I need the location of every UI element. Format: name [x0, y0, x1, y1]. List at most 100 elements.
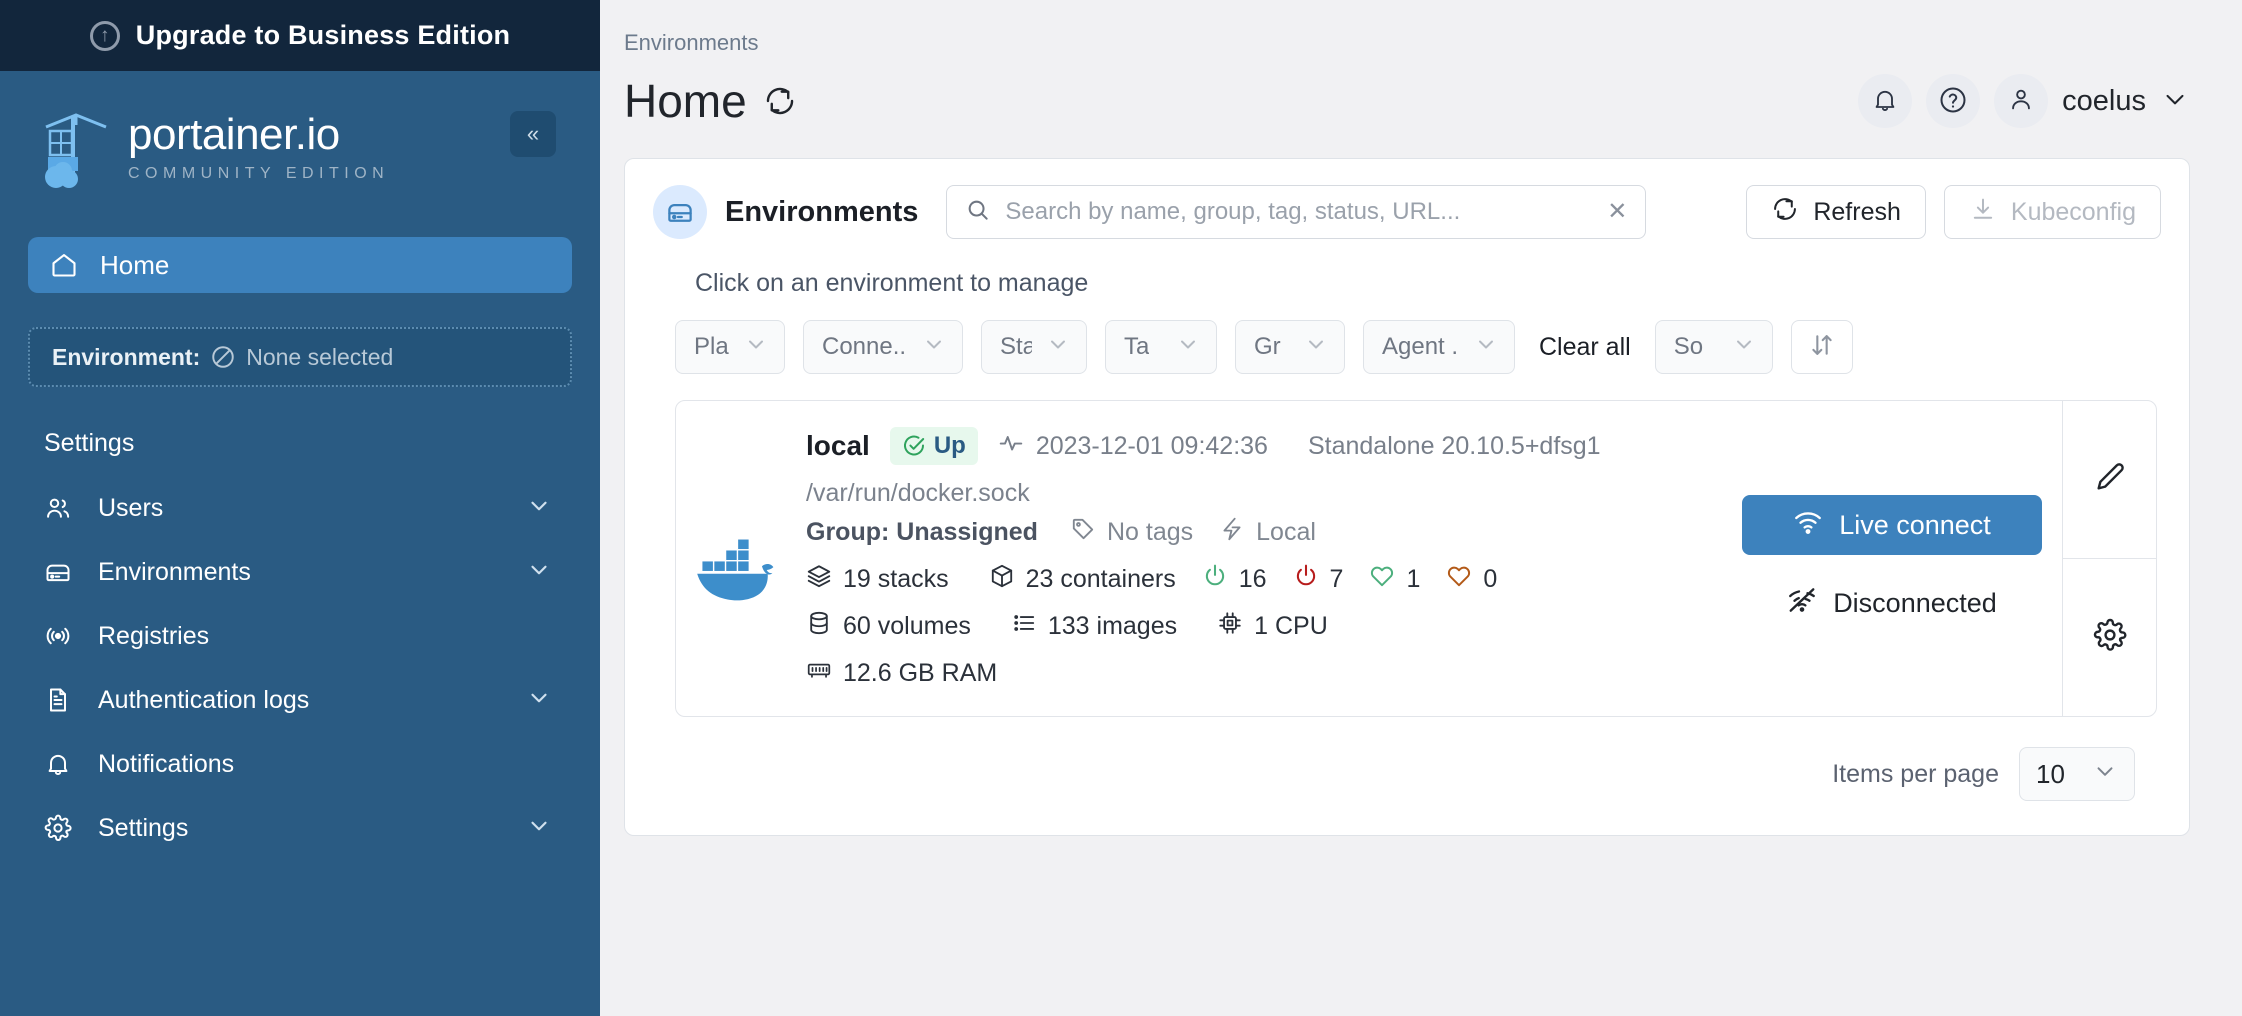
environment-stopped-count: 7 [1329, 565, 1344, 593]
environment-settings-button[interactable] [2063, 558, 2156, 716]
breadcrumb[interactable]: Environments [600, 0, 2242, 56]
sidebar-environment-selector[interactable]: Environment: None selected [28, 327, 572, 387]
sidebar-item-home[interactable]: Home [28, 237, 572, 293]
environments-card-title: Environments [725, 195, 919, 228]
heart-icon [1446, 563, 1472, 596]
sidebar-item-settings[interactable]: Settings [0, 796, 600, 860]
sidebar-item-authentication-logs[interactable]: Authentication logs [0, 668, 600, 732]
search-input[interactable] [1005, 198, 1594, 226]
user-menu[interactable]: coelus [1994, 74, 2190, 128]
environment-name: local [806, 430, 870, 461]
chevron-down-icon [2092, 758, 2118, 791]
environment-url: /var/run/docker.sock [806, 479, 1030, 507]
environments-icon [653, 185, 707, 239]
sidebar-section-title: Settings [44, 429, 135, 457]
status-badge-label: Up [933, 432, 966, 459]
environment-resources-line: 60 volumes 133 images 1 CPU [806, 610, 1497, 643]
power-icon [1202, 563, 1228, 596]
sidebar-item-environments[interactable]: Environments [0, 540, 600, 604]
kubeconfig-button-label: Kubeconfig [2010, 197, 2136, 226]
environment-body: Group: Unassigned No tags Local 19 stack… [676, 516, 1732, 690]
download-icon [1969, 195, 1997, 230]
wifi-off-icon [1787, 585, 1817, 622]
users-icon [44, 494, 72, 522]
filter-label: Gr [1254, 333, 1281, 360]
refresh-icon [1771, 195, 1799, 230]
live-connect-button[interactable]: Live connect [1742, 495, 2042, 555]
gear-icon [2093, 618, 2127, 657]
list-icon [1011, 610, 1037, 643]
environment-main: local Up 2023-12-01 09:42:36 Standalone … [676, 401, 1732, 716]
refresh-icon[interactable] [763, 84, 797, 118]
environment-unhealthy-containers: 0 [1446, 563, 1497, 596]
sidebar-collapse-button[interactable]: « [510, 111, 556, 157]
chevron-down-icon [922, 332, 946, 363]
user-icon [2007, 85, 2035, 118]
environments-icon [44, 558, 72, 586]
search-box[interactable]: ✕ [946, 185, 1647, 239]
chevron-down-icon [526, 685, 552, 716]
environments-hint: Click on an environment to manage [695, 269, 1089, 297]
sidebar-item-label: Environments [98, 557, 251, 586]
sidebar-item-registries[interactable]: Registries [0, 604, 600, 668]
environment-running-containers: 16 [1202, 563, 1267, 596]
gear-icon [44, 814, 72, 842]
environment-containers-label: 23 containers [1025, 565, 1176, 593]
user-name: coelus [2062, 84, 2146, 117]
filter-connection[interactable]: Conne... [803, 320, 963, 374]
sidebar-item-users[interactable]: Users [0, 476, 600, 540]
live-connect-label: Live connect [1839, 509, 1991, 540]
logo-subtitle: COMMUNITY EDITION [128, 165, 390, 182]
items-per-page-select[interactable]: 10 [2019, 747, 2135, 801]
environment-volumes: 60 volumes [806, 610, 971, 643]
sort-direction-button[interactable] [1790, 320, 1853, 374]
bell-icon [44, 750, 72, 778]
environment-stopped-containers: 7 [1293, 563, 1344, 596]
filter-platform[interactable]: Pla [675, 320, 785, 374]
help-button[interactable] [1926, 74, 1981, 128]
stacks-icon [806, 563, 832, 596]
refresh-button[interactable]: Refresh [1746, 185, 1926, 239]
environment-counts-line: 19 stacks 23 containers 16 7 1 0 [806, 563, 1497, 596]
environment-images-label: 133 images [1047, 612, 1178, 640]
upgrade-banner-label: Upgrade to Business Edition [135, 20, 511, 50]
connection-status-label: Disconnected [1833, 588, 1997, 618]
filter-group[interactable]: Gr [1235, 320, 1345, 374]
page-header: Home coelus [600, 56, 2242, 128]
notifications-button[interactable] [1858, 74, 1913, 128]
avatar [1994, 74, 2049, 128]
environment-group: Group: Unassigned [806, 518, 1038, 547]
registries-icon [44, 622, 72, 650]
power-icon [1293, 563, 1319, 596]
upgrade-to-business-edition-banner[interactable]: ↑ Upgrade to Business Edition [0, 0, 600, 71]
tag-icon [1070, 516, 1096, 549]
activity-icon [998, 430, 1024, 463]
search-clear-icon[interactable]: ✕ [1607, 200, 1627, 224]
clear-all-filters-button[interactable]: Clear all [1533, 333, 1637, 362]
environment-actions [2062, 401, 2156, 716]
header-actions: coelus [1858, 74, 2190, 128]
main-content: Environments Home coelus Environments Se… [600, 0, 2242, 1016]
environment-group-label: Group: Unassigned [806, 518, 1038, 546]
filter-agent-version[interactable]: Agent ... [1363, 320, 1515, 374]
database-icon [806, 610, 832, 643]
environment-engine: Standalone 20.10.5+dfsg1 [1307, 431, 1601, 460]
filter-status[interactable]: Sta [981, 320, 1087, 374]
ram-icon [806, 657, 832, 690]
environments-card-header: Environments ✕ Re [653, 185, 2161, 239]
chevron-down-icon [2160, 84, 2190, 119]
bolt-icon [1219, 516, 1245, 549]
items-per-page-label: Items per page [1832, 759, 1999, 788]
chevron-down-icon [1732, 332, 1756, 363]
cube-icon [989, 563, 1015, 596]
environment-header: local Up 2023-12-01 09:42:36 Standalone … [676, 427, 1732, 508]
portainer-logo[interactable]: portainer.io COMMUNITY EDITION [38, 105, 389, 191]
chevron-down-icon [526, 813, 552, 844]
sidebar-item-notifications[interactable]: Notifications [0, 732, 600, 796]
edit-environment-button[interactable] [2063, 401, 2156, 558]
filter-sort[interactable]: So [1654, 320, 1773, 374]
environment-row[interactable]: local Up 2023-12-01 09:42:36 Standalone … [675, 400, 2157, 717]
kubeconfig-button[interactable]: Kubeconfig [1943, 185, 2161, 239]
environment-selector-value: None selected [246, 343, 394, 370]
filter-tags[interactable]: Ta [1105, 320, 1217, 374]
